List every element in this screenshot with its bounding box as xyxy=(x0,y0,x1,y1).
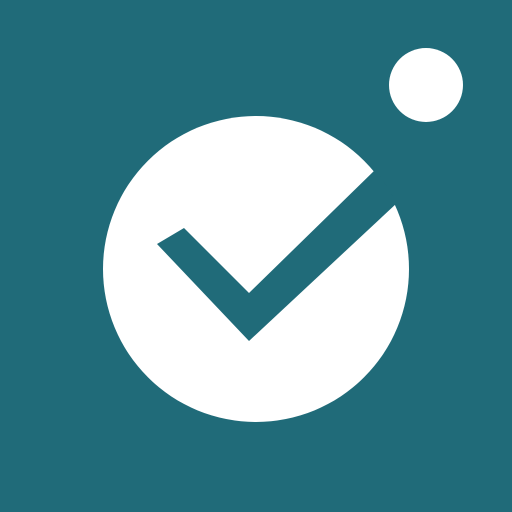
dot-icon xyxy=(389,48,463,122)
app-icon xyxy=(0,0,512,512)
check-circle-icon xyxy=(103,116,409,422)
